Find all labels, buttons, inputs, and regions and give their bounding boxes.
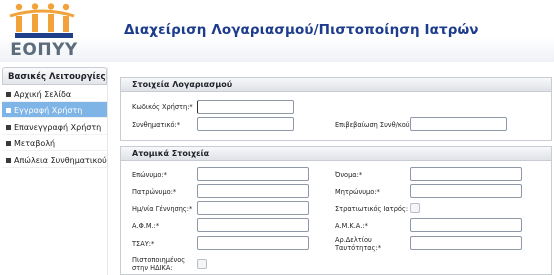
military-doctor-checkbox[interactable] — [410, 203, 420, 213]
logo-text: ΕΟΠΥΥ — [10, 40, 78, 60]
surname-input[interactable] — [197, 167, 309, 181]
surname-label: Επώνυμο:* — [132, 171, 167, 179]
bullet-icon — [6, 91, 11, 97]
password-label: Συνθηματικό:* — [132, 121, 181, 129]
bullet-icon — [6, 141, 11, 147]
amka-input[interactable] — [410, 218, 522, 232]
mother-name-label: Μητρώνυμο:* — [335, 188, 380, 196]
sidebar-item-label: Μεταβολή — [14, 139, 56, 149]
father-name-label: Πατρώνυμο:* — [132, 188, 177, 196]
name-label: Όνομα:* — [335, 171, 363, 179]
personal-panel-heading: Ατομικά Στοιχεία — [121, 147, 551, 161]
confirm-password-label: Επιβεβαίωση Συνθ/κού:* — [335, 121, 416, 129]
page-title: Διαχείριση Λογαριασμού/Πιστοποίηση Ιατρώ… — [124, 22, 479, 38]
sidebar-item-home[interactable]: Αρχική Σελίδα — [2, 85, 107, 102]
birthdate-label: Ημ/νία Γέννησης:* — [132, 205, 193, 213]
sidebar-item-label: Αρχική Σελίδα — [14, 89, 72, 99]
sidebar-item-lost-password[interactable]: Απώλεια Συνθηματικού — [2, 151, 107, 168]
certified-checkbox[interactable] — [197, 259, 207, 269]
confirm-password-input[interactable] — [410, 117, 507, 131]
sidebar-item-reregister[interactable]: Επανεγγραφή Χρήστη — [2, 118, 107, 135]
id-card-label: Αρ.Δελτίου Ταυτότητας:* — [335, 236, 382, 252]
sidebar-item-register[interactable]: Εγγραφή Χρήστη — [2, 101, 107, 118]
app-header: ΕΟΠΥΥ Διαχείριση Λογαριασμού/Πιστοποίηση… — [0, 0, 554, 62]
birthdate-input[interactable] — [197, 201, 309, 215]
tsay-input[interactable] — [197, 236, 309, 250]
afm-input[interactable] — [197, 218, 309, 232]
military-doctor-label: Στρατιωτικός Ιατρός: — [335, 205, 409, 213]
name-input[interactable] — [410, 167, 522, 181]
father-name-input[interactable] — [197, 184, 309, 198]
bullet-icon — [6, 108, 11, 114]
sidebar: Βασικές Λειτουργίες Αρχική Σελίδα Εγγραφ… — [2, 67, 108, 275]
bullet-icon — [6, 157, 11, 163]
certified-label: Πιστοποιημένος στην ΗΔΙΚΑ: — [132, 256, 186, 272]
mother-name-input[interactable] — [410, 184, 522, 198]
bullet-icon — [6, 124, 11, 130]
sidebar-item-label: Εγγραφή Χρήστη — [14, 106, 83, 116]
sidebar-item-label: Επανεγγραφή Χρήστη — [14, 122, 102, 132]
logo-underline — [15, 33, 73, 38]
sidebar-item-modify[interactable]: Μεταβολή — [2, 135, 107, 151]
sidebar-item-label: Απώλεια Συνθηματικού — [14, 155, 107, 165]
username-label: Κωδικός Χρήστη:* — [132, 103, 193, 111]
password-input[interactable] — [197, 117, 294, 131]
sidebar-heading: Βασικές Λειτουργίες — [2, 67, 107, 85]
account-panel-heading: Στοιχεία Λογαριασμού — [121, 78, 551, 92]
eopyy-logo: ΕΟΠΥΥ — [6, 2, 78, 60]
tsay-label: ΤΣΑΥ:* — [132, 240, 155, 248]
username-input[interactable] — [197, 100, 294, 114]
amka-label: Α.Μ.Κ.Α.:* — [335, 222, 368, 230]
afm-label: Α.Φ.Μ.:* — [132, 222, 160, 230]
id-card-input[interactable] — [410, 236, 522, 250]
